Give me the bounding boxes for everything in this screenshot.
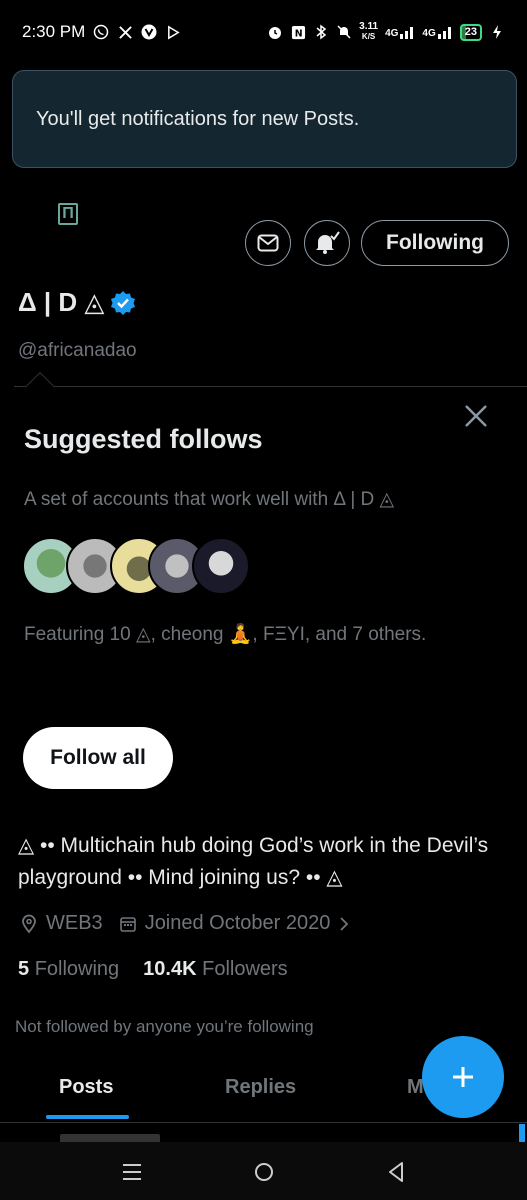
suggested-avatars[interactable] [22,537,262,597]
followers-label: Followers [202,958,288,980]
status-bar: 2:30 PM N 3.11 K/S 4G 4G 23 [0,0,527,64]
net-speed-value: 3.11 [359,21,379,32]
home-button[interactable] [250,1158,278,1186]
svg-text:N: N [294,28,302,39]
tab-replies[interactable]: Replies [225,1076,296,1099]
active-tab-indicator [46,1115,129,1119]
followers-count: 10.4K [143,958,197,980]
avatar[interactable] [192,537,250,595]
battery-indicator: 23 [459,23,482,41]
calendar-icon [119,916,136,932]
bell-check-icon [316,231,340,254]
close-icon [465,405,487,427]
back-button[interactable] [382,1158,410,1186]
verified-badge-icon [111,290,136,315]
mail-icon [257,234,279,252]
display-name: Δ | D ◬ [18,287,136,318]
recents-button[interactable] [118,1158,146,1186]
signal-bars-icon-2 [437,27,451,39]
joined-item[interactable]: Joined October 2020 [119,912,351,935]
following-button[interactable]: Following [361,220,509,266]
location-pin-icon [22,914,36,933]
featuring-text: Featuring 10 ◬, cheong 🧘, FΞYI, and 7 ot… [24,624,427,645]
close-suggestions-button[interactable] [462,402,490,430]
notification-toast: You'll get notifications for new Posts. [12,70,517,168]
tab-posts[interactable]: Posts [59,1076,113,1099]
notifications-button[interactable] [304,220,350,266]
net-speed-unit: K/S [361,32,376,41]
follow-all-label: Follow all [50,746,146,769]
back-triangle-icon [389,1162,403,1182]
battery-level: 23 [464,26,477,38]
alarm-icon [267,24,283,40]
not-followed-text: Not followed by anyone you’re following [15,1017,314,1036]
charging-icon [489,24,505,40]
x-logo-icon [117,24,133,40]
signal-2: 4G [422,25,452,39]
profile-avatar[interactable]: Π [58,203,78,225]
home-circle-icon [255,1163,273,1181]
signal-1: 4G [385,25,415,39]
net-speed: 3.11 K/S [359,22,378,42]
following-label: Following [34,958,120,980]
profile-bio: ◬ •• Multichain hub doing God’s work in … [18,834,489,889]
follow-all-button[interactable]: Follow all [23,727,173,789]
menu-lines-icon [123,1164,141,1180]
following-button-label: Following [386,231,484,254]
location-item: WEB3 [20,912,103,935]
location-text: WEB3 [46,912,103,934]
whatsapp-icon [93,24,109,40]
followers-stat[interactable]: 10.4K Followers [143,958,288,981]
net-type-2: 4G [422,28,436,39]
scrollbar[interactable] [519,1124,525,1142]
message-button[interactable] [245,220,291,266]
compose-post-button[interactable] [422,1036,504,1118]
profile-handle: @africanadao [18,340,137,361]
nfc-icon: N [290,24,306,40]
toast-text: You'll get notifications for new Posts. [36,107,360,130]
popover-caret [25,371,55,401]
net-type-1: 4G [385,28,399,39]
tabs-divider [0,1122,527,1123]
signal-bars-icon [400,27,414,39]
mute-bell-icon [336,24,352,40]
joined-text: Joined October 2020 [144,912,331,934]
chevron-right-icon [340,916,349,931]
display-name-text: Δ | D ◬ [18,287,105,317]
section-divider [14,386,527,387]
following-count: 5 [18,958,30,980]
plus-icon [453,1067,473,1087]
follow-stats: 5 Following 10.4K Followers [18,958,288,981]
suggested-follows-title: Suggested follows [24,424,263,454]
play-store-icon [165,24,181,40]
profile-meta: WEB3 Joined October 2020 [20,912,350,935]
status-time: 2:30 PM [22,22,86,41]
bluetooth-icon [313,24,329,40]
suggested-follows-subtitle: A set of accounts that work well with Δ … [24,489,395,510]
v-app-icon [141,24,157,40]
following-stat[interactable]: 5 Following [18,958,119,981]
